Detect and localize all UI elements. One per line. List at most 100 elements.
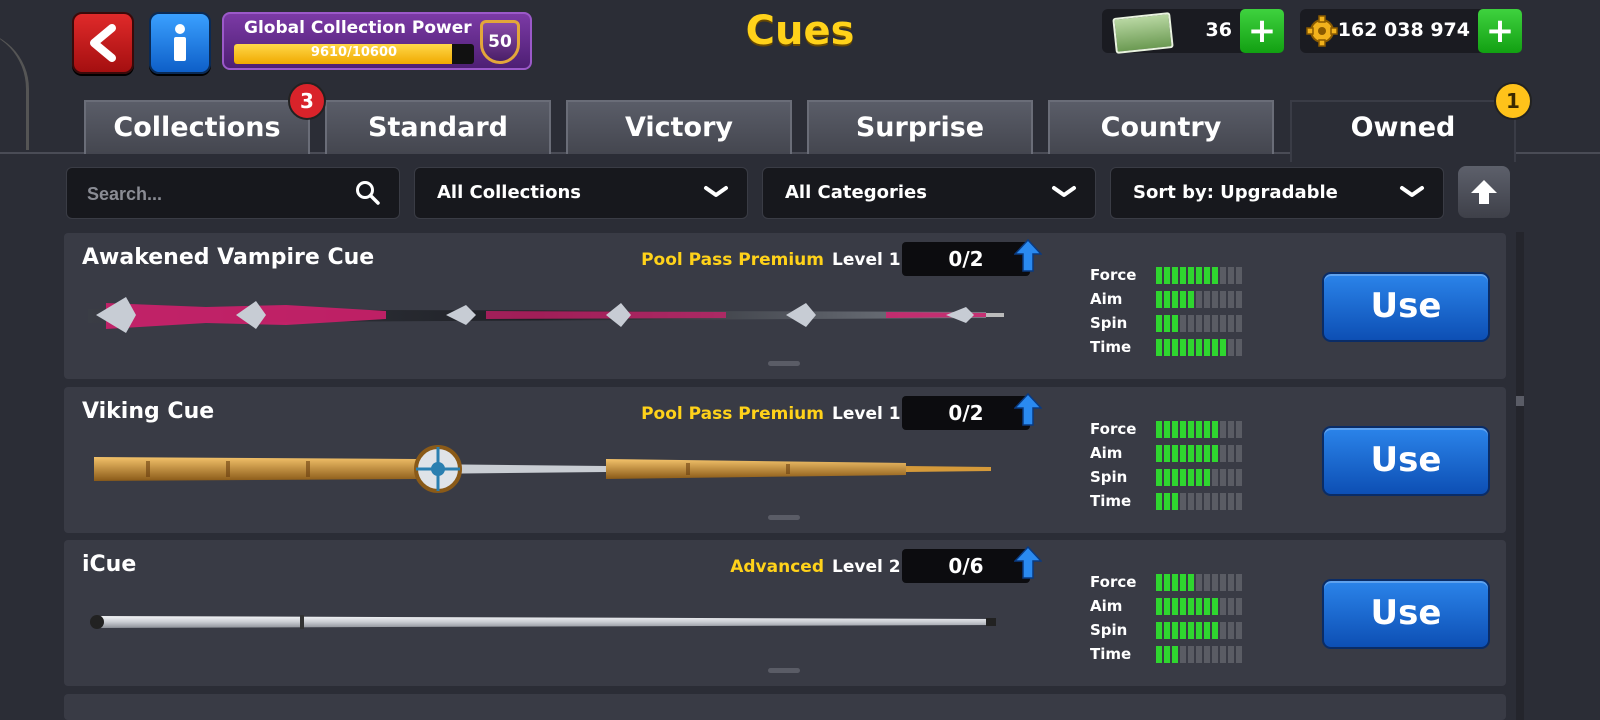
sort-direction-button[interactable] [1458, 166, 1510, 218]
stat-segment [1204, 573, 1210, 591]
search-icon[interactable] [355, 180, 381, 206]
sort-dropdown-value: Sort by: Upgradable [1133, 182, 1338, 203]
side-decoration [0, 30, 29, 150]
stat-segment [1188, 266, 1194, 284]
use-button[interactable]: Use [1322, 272, 1490, 342]
stat-segment [1188, 492, 1194, 510]
cue-progress: 0/2 [902, 396, 1030, 430]
scrollbar[interactable] [1516, 232, 1524, 720]
stat-segment [1180, 645, 1186, 663]
expand-handle[interactable] [768, 515, 800, 520]
add-cash-button[interactable]: + [1240, 9, 1284, 53]
stat-segment [1212, 492, 1218, 510]
search-input[interactable] [85, 178, 339, 210]
tab-owned[interactable]: Owned [1290, 100, 1516, 162]
stat-segment [1204, 290, 1210, 308]
stat-segment [1164, 621, 1170, 639]
page-title: Cues [745, 8, 855, 54]
stat-segment [1228, 621, 1234, 639]
stat-segment [1204, 468, 1210, 486]
tab-victory[interactable]: Victory [566, 100, 792, 154]
force-bar [1156, 573, 1244, 591]
stat-segment [1236, 338, 1242, 356]
stat-segment [1196, 468, 1202, 486]
stat-segment [1180, 621, 1186, 639]
cue-tag: Pool Pass Premium [641, 250, 824, 270]
cue-image [88, 297, 1004, 333]
stat-segment [1204, 621, 1210, 639]
stat-segment [1236, 573, 1242, 591]
stat-segment [1228, 266, 1234, 284]
stat-segment [1236, 420, 1242, 438]
stat-segment [1188, 420, 1194, 438]
stat-segment [1212, 266, 1218, 284]
chevron-down-icon [1052, 186, 1076, 197]
use-button[interactable]: Use [1322, 579, 1490, 649]
stat-segment [1156, 645, 1162, 663]
tab-standard[interactable]: Standard [325, 100, 551, 154]
cue-progress: 0/2 [902, 242, 1030, 276]
collections-dropdown-value: All Collections [437, 182, 581, 203]
stat-segment [1180, 444, 1186, 462]
stat-label-force: Force [1090, 266, 1137, 284]
stat-segment [1236, 266, 1242, 284]
global-collection-power[interactable]: Global Collection Power 9610/10600 50 [222, 12, 532, 70]
info-button[interactable] [149, 12, 211, 74]
tab-collections[interactable]: Collections [84, 100, 310, 154]
use-button[interactable]: Use [1322, 426, 1490, 496]
stat-segment [1172, 621, 1178, 639]
stat-segment [1188, 621, 1194, 639]
stat-segment [1212, 314, 1218, 332]
upgrade-arrow-icon[interactable] [1014, 239, 1042, 273]
stat-segment [1172, 573, 1178, 591]
cue-image [94, 445, 991, 493]
stat-label-time: Time [1090, 492, 1132, 510]
scrollbar-thumb[interactable] [1516, 396, 1524, 406]
upgrade-arrow-icon[interactable] [1014, 546, 1042, 580]
stat-segment [1156, 266, 1162, 284]
stat-segment [1236, 290, 1242, 308]
stat-segment [1212, 290, 1218, 308]
upgrade-arrow-icon[interactable] [1014, 393, 1042, 427]
stat-segment [1172, 420, 1178, 438]
expand-handle[interactable] [768, 668, 800, 673]
back-button[interactable] [72, 12, 134, 74]
stat-label-force: Force [1090, 573, 1137, 591]
coins-value: 162 038 974 [1337, 19, 1470, 41]
cash-value: 36 [1205, 19, 1232, 41]
stat-segment [1164, 645, 1170, 663]
sort-dropdown[interactable]: Sort by: Upgradable [1110, 167, 1444, 219]
search-field[interactable] [66, 167, 400, 219]
stat-segment [1180, 266, 1186, 284]
stat-segment [1196, 573, 1202, 591]
stat-segment [1172, 645, 1178, 663]
stat-segment [1156, 492, 1162, 510]
stat-segment [1196, 338, 1202, 356]
stat-segment [1180, 468, 1186, 486]
cue-progress: 0/6 [902, 549, 1030, 583]
stat-segment [1164, 420, 1170, 438]
collections-dropdown[interactable]: All Collections [414, 167, 748, 219]
stat-segment [1172, 266, 1178, 284]
categories-dropdown[interactable]: All Categories [762, 167, 1096, 219]
stat-segment [1156, 420, 1162, 438]
stat-segment [1236, 621, 1242, 639]
tab-surprise[interactable]: Surprise [807, 100, 1033, 154]
stat-segment [1204, 338, 1210, 356]
aim-bar [1156, 444, 1244, 462]
stat-segment [1204, 444, 1210, 462]
stat-segment [1164, 266, 1170, 284]
cue-card: iCue Advanced Level 2 0/6 Force Aim Spin… [64, 540, 1506, 686]
info-icon [174, 24, 186, 61]
stat-segment [1156, 444, 1162, 462]
stat-segment [1180, 314, 1186, 332]
tab-country[interactable]: Country [1048, 100, 1274, 154]
cue-name: iCue [82, 552, 137, 577]
cue-name: Awakened Vampire Cue [82, 245, 375, 270]
stat-segment [1236, 468, 1242, 486]
expand-handle[interactable] [768, 361, 800, 366]
stat-segment [1180, 338, 1186, 356]
stat-segment [1212, 621, 1218, 639]
back-arrow-icon [90, 24, 116, 62]
add-coins-button[interactable]: + [1478, 9, 1522, 53]
